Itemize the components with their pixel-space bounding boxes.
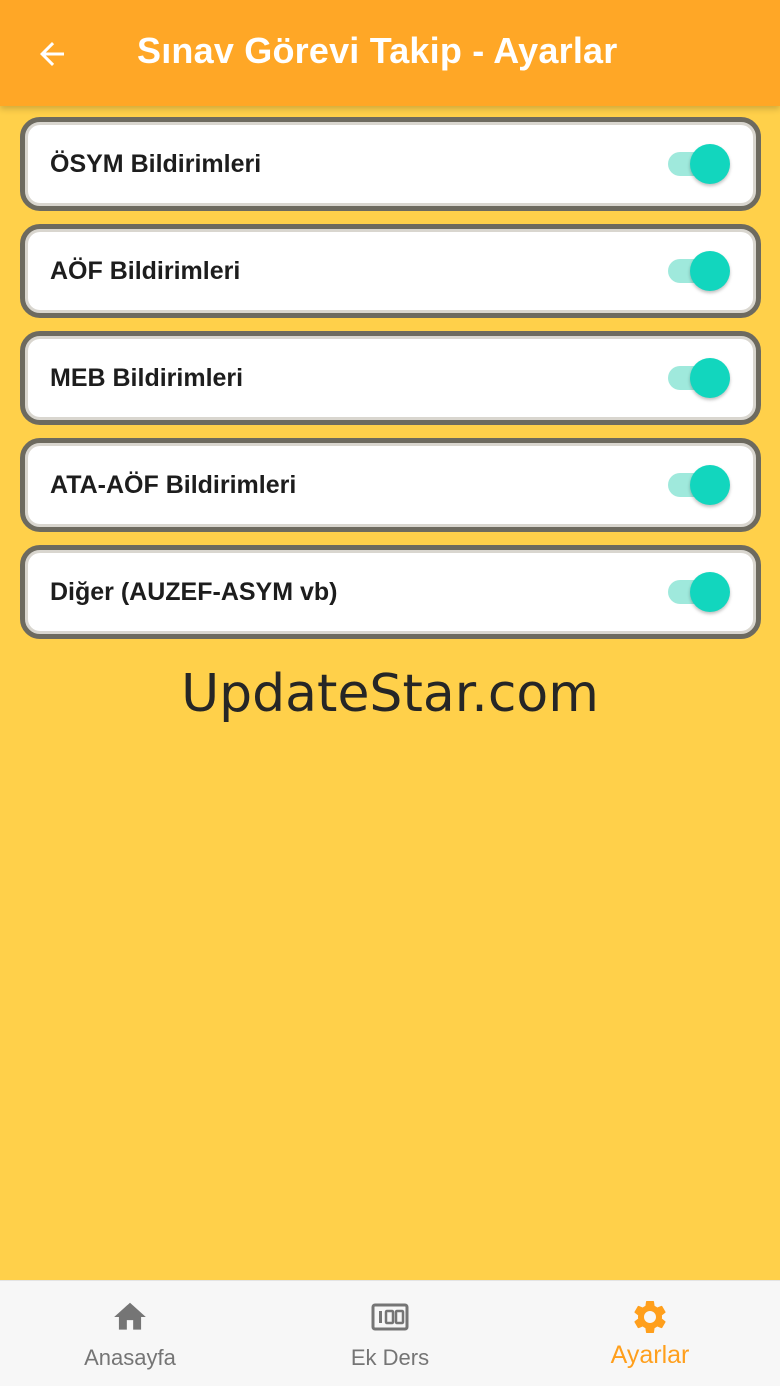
osym-toggle[interactable] — [666, 144, 730, 184]
page-title: Sınav Görevi Takip - Ayarlar — [137, 30, 618, 71]
setting-label: ATA-AÖF Bildirimleri — [50, 470, 297, 499]
switch-thumb — [690, 358, 730, 398]
switch-thumb — [690, 572, 730, 612]
watermark: UpdateStar.com — [181, 664, 599, 724]
gear-icon — [630, 1297, 670, 1337]
other-toggle[interactable] — [666, 572, 730, 612]
setting-row-ata-aof: ATA-AÖF Bildirimleri — [20, 438, 761, 532]
settings-list: ÖSYM Bildirimleri AÖF Bildirimleri MEB B… — [20, 117, 761, 652]
meb-toggle[interactable] — [666, 358, 730, 398]
nav-item-ayarlar[interactable]: Ayarlar — [520, 1281, 780, 1386]
switch-thumb — [690, 144, 730, 184]
setting-row-osym: ÖSYM Bildirimleri — [20, 117, 761, 211]
nav-item-anasayfa[interactable]: Anasayfa — [0, 1281, 260, 1386]
bottom-navigation: Anasayfa Ek Ders Ayarlar — [0, 1280, 780, 1386]
switch-thumb — [690, 251, 730, 291]
home-icon — [110, 1297, 150, 1337]
nav-label: Ayarlar — [610, 1341, 690, 1369]
back-button[interactable] — [26, 28, 78, 80]
switch-thumb — [690, 465, 730, 505]
setting-label: Diğer (AUZEF-ASYM vb) — [50, 577, 338, 606]
setting-row-aof: AÖF Bildirimleri — [20, 224, 761, 318]
setting-row-other: Diğer (AUZEF-ASYM vb) — [20, 545, 761, 639]
nav-label: Ek Ders — [350, 1345, 430, 1370]
nav-label: Anasayfa — [84, 1345, 176, 1370]
setting-row-meb: MEB Bildirimleri — [20, 331, 761, 425]
aof-toggle[interactable] — [666, 251, 730, 291]
counter-100-icon — [370, 1297, 410, 1337]
nav-item-ek-ders[interactable]: Ek Ders — [260, 1281, 520, 1386]
ata-aof-toggle[interactable] — [666, 465, 730, 505]
setting-label: MEB Bildirimleri — [50, 363, 244, 392]
setting-label: AÖF Bildirimleri — [50, 256, 241, 285]
arrow-left-icon — [40, 42, 64, 66]
app-bar: Sınav Görevi Takip - Ayarlar — [0, 0, 780, 106]
setting-label: ÖSYM Bildirimleri — [50, 149, 262, 178]
